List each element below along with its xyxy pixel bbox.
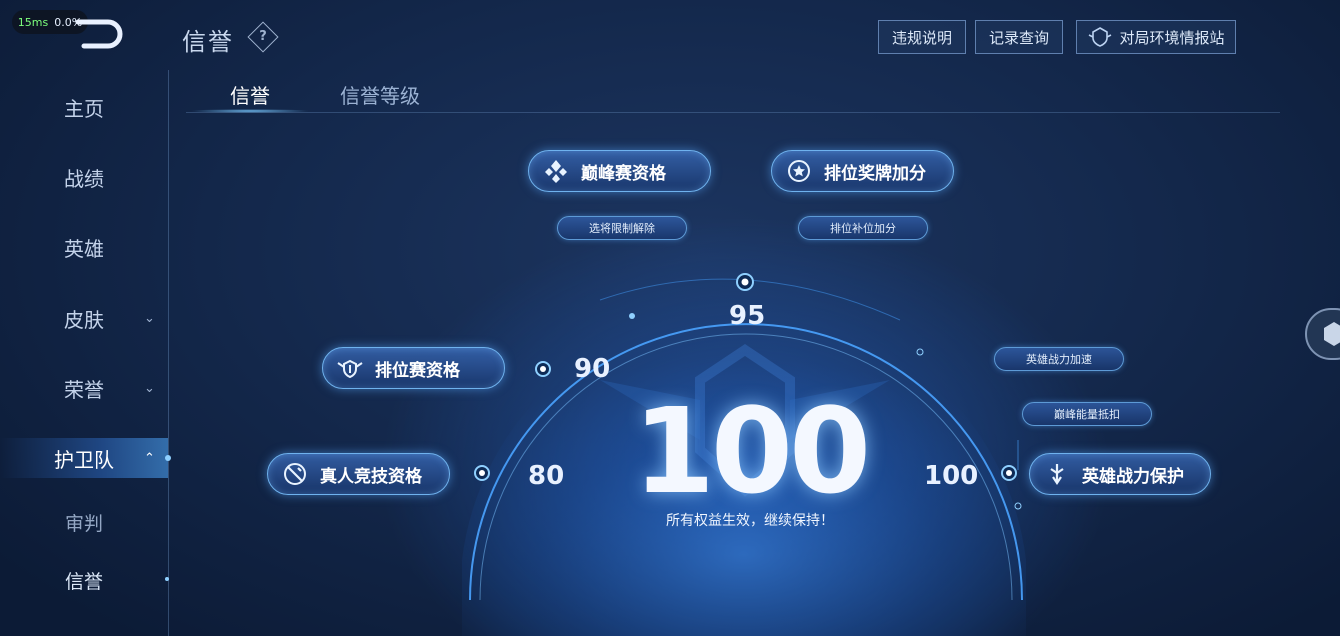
hero-power-boost-chip[interactable]: 英雄战力加速 (994, 347, 1124, 371)
peak-energy-deduction-chip[interactable]: 巅峰能量抵扣 (1022, 402, 1152, 426)
threshold-95: 95 (729, 301, 766, 331)
medal-star-icon (788, 160, 810, 182)
diamond-icon (545, 160, 567, 183)
ranked-match-label: 排位赛资格 (375, 360, 460, 381)
node-100 (1001, 465, 1017, 481)
node-90 (535, 361, 551, 377)
ranked-match-eligibility-button[interactable]: 排位赛资格 (322, 347, 505, 389)
threshold-100: 100 (924, 461, 979, 491)
sword-shield-icon (284, 463, 306, 485)
score-status-text: 所有权益生效，继续保持！ (666, 513, 834, 529)
hero-protect-icon (1050, 464, 1064, 485)
hexagon-icon (1324, 322, 1340, 346)
pick-restriction-lifted-chip[interactable]: 选将限制解除 (557, 216, 687, 240)
ranked-fill-bonus-chip[interactable]: 排位补位加分 (798, 216, 928, 240)
node-80 (474, 465, 490, 481)
hero-power-protection-button[interactable]: 英雄战力保护 (1029, 453, 1211, 495)
hero-power-protection-label: 英雄战力保护 (1082, 466, 1184, 487)
peak-match-label: 巅峰赛资格 (581, 163, 666, 184)
chip-label: 排位补位加分 (830, 222, 896, 235)
winged-shield-icon (337, 359, 363, 379)
threshold-90: 90 (574, 354, 611, 384)
credit-score: 100 (632, 382, 871, 520)
credit-arc (462, 273, 1026, 636)
ranked-medal-bonus-button[interactable]: 排位奖牌加分 (771, 150, 954, 192)
ranked-medal-label: 排位奖牌加分 (824, 163, 926, 184)
real-person-match-eligibility-button[interactable]: 真人竞技资格 (267, 453, 450, 495)
node-95 (736, 273, 754, 291)
peak-match-eligibility-button[interactable]: 巅峰赛资格 (528, 150, 711, 192)
threshold-80: 80 (528, 461, 565, 491)
chip-label: 英雄战力加速 (1026, 353, 1092, 366)
chip-label: 选将限制解除 (589, 222, 655, 235)
real-person-match-label: 真人竞技资格 (320, 466, 422, 487)
chip-label: 巅峰能量抵扣 (1054, 408, 1120, 421)
